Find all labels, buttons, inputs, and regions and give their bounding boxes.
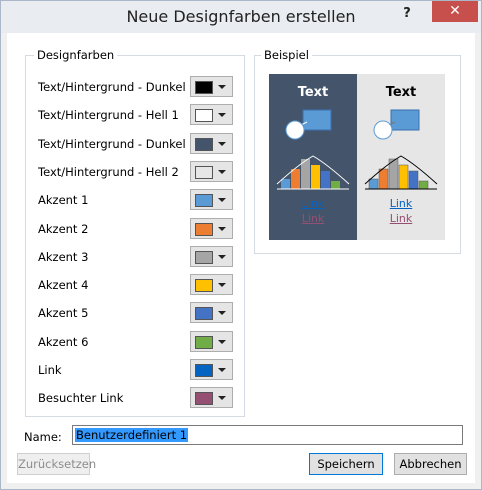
color-picker-button[interactable] bbox=[190, 160, 233, 182]
beispiel-group: Beispiel Text Link Link Text Link Link bbox=[254, 48, 461, 254]
preview-bar bbox=[281, 179, 290, 189]
color-row: Akzent 2 bbox=[38, 217, 238, 240]
color-picker-button[interactable] bbox=[190, 302, 233, 324]
preview-bar bbox=[368, 178, 379, 190]
dropdown-arrow-icon bbox=[218, 85, 226, 89]
color-swatch bbox=[195, 109, 213, 123]
preview-shape-circle bbox=[285, 120, 305, 140]
preview-bar bbox=[378, 168, 389, 190]
color-row-label: Text/Hintergrund - Dunkel 1 bbox=[38, 80, 197, 94]
color-row-label: Akzent 4 bbox=[38, 278, 89, 293]
preview-shape-circle bbox=[373, 120, 393, 140]
color-picker-button[interactable] bbox=[190, 76, 233, 97]
color-row-label: Besuchter Link bbox=[38, 391, 124, 406]
close-button[interactable]: ✕ bbox=[432, 1, 478, 22]
preview-dark-visited-link: Link bbox=[301, 212, 325, 225]
preview-bar bbox=[418, 180, 429, 190]
color-row-label: Akzent 1 bbox=[38, 193, 89, 208]
preview-dark-link: Link bbox=[301, 197, 325, 210]
color-swatch bbox=[195, 364, 213, 377]
color-row: Akzent 5 bbox=[38, 302, 238, 324]
dropdown-arrow-icon bbox=[218, 311, 226, 316]
color-row: Akzent 3 bbox=[38, 245, 238, 268]
color-row: Text/Hintergrund - Dunkel 1 bbox=[38, 76, 238, 98]
color-row-label: Text/Hintergrund - Hell 1 bbox=[38, 108, 179, 123]
reset-button[interactable]: Zurücksetzen bbox=[17, 453, 96, 475]
color-swatch bbox=[195, 279, 213, 293]
dropdown-arrow-icon bbox=[218, 339, 226, 344]
dropdown-arrow-icon bbox=[218, 368, 226, 372]
dropdown-arrow-icon bbox=[218, 396, 226, 401]
color-row: Text/Hintergrund - Hell 2 bbox=[38, 160, 238, 183]
help-button[interactable]: ? bbox=[395, 3, 419, 25]
dialog-body: Designfarben Text/Hintergrund - Dunkel 1… bbox=[7, 33, 475, 483]
color-swatch bbox=[195, 165, 213, 179]
save-button[interactable]: Speichern bbox=[309, 453, 383, 475]
color-picker-button[interactable] bbox=[190, 217, 233, 239]
dropdown-arrow-icon bbox=[218, 113, 226, 118]
color-row-label: Link bbox=[38, 363, 62, 377]
color-row: Text/Hintergrund - Hell 1 bbox=[38, 104, 238, 126]
dialog-window: Neue Designfarben erstellen ? ✕ Designfa… bbox=[0, 0, 482, 490]
designfarben-group: Designfarben Text/Hintergrund - Dunkel 1… bbox=[25, 48, 245, 417]
preview-light-visited-link: Link bbox=[389, 212, 413, 225]
color-row-label: Text/Hintergrund - Hell 2 bbox=[38, 164, 179, 179]
designfarben-legend: Designfarben bbox=[34, 48, 118, 62]
dropdown-arrow-icon bbox=[218, 254, 226, 259]
color-picker-button[interactable] bbox=[190, 359, 233, 380]
color-row-label: Akzent 2 bbox=[38, 221, 89, 236]
preview-bar bbox=[291, 169, 300, 189]
preview-bar bbox=[321, 171, 330, 189]
color-picker-button[interactable] bbox=[190, 132, 233, 154]
title-bar: Neue Designfarben erstellen ? ✕ bbox=[1, 1, 481, 33]
dropdown-arrow-icon bbox=[218, 169, 226, 174]
color-row-label: Akzent 3 bbox=[38, 249, 89, 264]
color-swatch bbox=[195, 81, 213, 94]
color-swatch bbox=[195, 307, 213, 321]
preview-light-pane: Text Link Link bbox=[357, 74, 445, 240]
preview-shape-box bbox=[302, 109, 332, 131]
color-row-label: Akzent 6 bbox=[38, 334, 89, 349]
dropdown-arrow-icon bbox=[218, 283, 226, 288]
dropdown-arrow-icon bbox=[218, 141, 226, 146]
beispiel-legend: Beispiel bbox=[261, 48, 312, 62]
color-picker-button[interactable] bbox=[190, 387, 233, 409]
preview-shape-box bbox=[390, 109, 420, 131]
color-swatch bbox=[195, 137, 213, 151]
color-swatch bbox=[195, 392, 213, 406]
preview-bar bbox=[331, 181, 340, 189]
color-swatch bbox=[195, 335, 213, 349]
color-picker-button[interactable] bbox=[190, 104, 233, 126]
color-row: Link bbox=[38, 359, 238, 381]
preview-bar bbox=[398, 164, 409, 190]
color-swatch bbox=[195, 194, 213, 208]
dropdown-arrow-icon bbox=[218, 198, 226, 203]
color-row: Akzent 4 bbox=[38, 274, 238, 296]
color-picker-button[interactable] bbox=[190, 330, 233, 352]
color-row: Besuchter Link bbox=[38, 387, 238, 409]
preview-bar bbox=[311, 165, 320, 189]
color-row: Text/Hintergrund - Dunkel 2 bbox=[38, 132, 238, 155]
color-swatch bbox=[195, 222, 213, 236]
color-picker-button[interactable] bbox=[190, 189, 233, 211]
preview-bar bbox=[408, 170, 419, 190]
color-row: Akzent 6 bbox=[38, 330, 238, 353]
color-row-label: Text/Hintergrund - Dunkel 2 bbox=[38, 136, 197, 151]
color-picker-button[interactable] bbox=[190, 245, 233, 267]
preview-dark-pane: Text Link Link bbox=[269, 74, 357, 240]
dropdown-arrow-icon bbox=[218, 226, 226, 231]
name-input-value: Benutzerdefiniert 1 bbox=[75, 428, 189, 442]
color-row-label: Akzent 5 bbox=[38, 306, 89, 321]
color-swatch bbox=[195, 250, 213, 264]
color-row: Akzent 1 bbox=[38, 189, 238, 211]
preview-light-link: Link bbox=[389, 197, 413, 210]
cancel-button[interactable]: Abbrechen bbox=[394, 453, 467, 475]
color-picker-button[interactable] bbox=[190, 274, 233, 296]
name-label: Name: bbox=[24, 430, 62, 444]
name-input[interactable]: Benutzerdefiniert 1 bbox=[72, 425, 463, 445]
